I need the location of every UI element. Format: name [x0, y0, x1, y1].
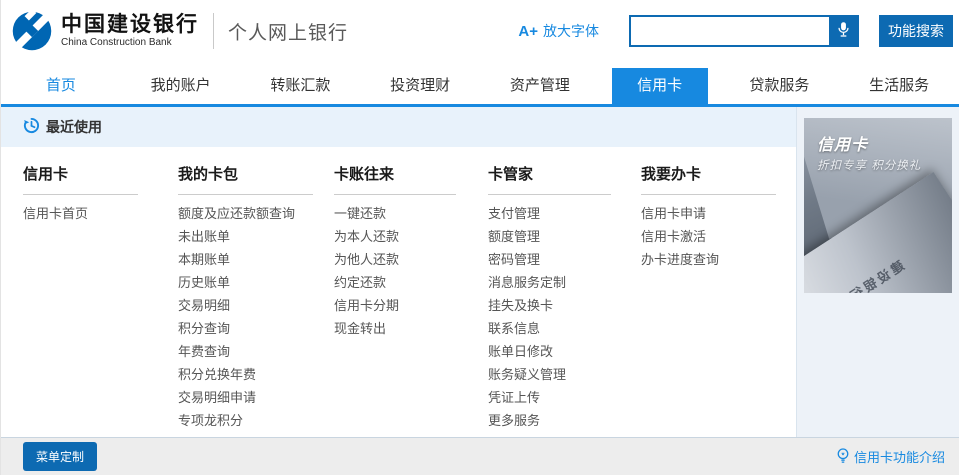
menu-column-items: 信用卡首页 [23, 202, 138, 225]
content: 最近使用 信用卡信用卡首页我的卡包额度及应还款额查询未出账单本期账单历史账单交易… [1, 107, 959, 437]
tab-label: 转账汇款 [253, 68, 349, 104]
page: 中国建设银行 China Construction Bank 个人网上银行 A+… [0, 0, 959, 475]
tab-资产管理[interactable]: 资产管理 [480, 68, 600, 104]
menu-column-items: 支付管理额度管理密码管理消息服务定制挂失及换卡联系信息账单日修改账务疑义管理凭证… [488, 202, 611, 432]
menu-item-账单日修改[interactable]: 账单日修改 [488, 340, 611, 363]
font-plus-icon: A+ [518, 23, 538, 40]
header-right: A+ 放大字体 功能搜索 [518, 15, 953, 47]
menu-item-专项龙积分[interactable]: 专项龙积分 [178, 409, 313, 432]
tab-我的账户[interactable]: 我的账户 [121, 68, 241, 104]
menu-item-为本人还款[interactable]: 为本人还款 [334, 225, 456, 248]
menu-item-消息服务定制[interactable]: 消息服务定制 [488, 271, 611, 294]
tab-信用卡[interactable]: 信用卡 [600, 68, 720, 104]
portal-title: 个人网上银行 [228, 18, 348, 45]
menu-item-信用卡首页[interactable]: 信用卡首页 [23, 202, 138, 225]
function-search-button[interactable]: 功能搜索 [879, 15, 953, 47]
menu-column-title: 我要办卡 [641, 163, 776, 195]
menu-item-信用卡激活[interactable]: 信用卡激活 [641, 225, 776, 248]
menu-item-更多服务[interactable]: 更多服务 [488, 409, 611, 432]
menu-column-1: 信用卡信用卡首页 [23, 163, 138, 437]
menu-item-联系信息[interactable]: 联系信息 [488, 317, 611, 340]
menu-item-积分查询[interactable]: 积分查询 [178, 317, 313, 340]
search-input[interactable] [631, 17, 829, 45]
menu-item-现金转出[interactable]: 现金转出 [334, 317, 456, 340]
menu-item-历史账单[interactable]: 历史账单 [178, 271, 313, 294]
tab-label: 信用卡 [612, 68, 708, 104]
menu-item-挂失及换卡[interactable]: 挂失及换卡 [488, 294, 611, 317]
sidebar: 建设银行 信用卡 折扣专享 积分换礼 [796, 107, 959, 437]
menu-column-items: 信用卡申请信用卡激活办卡进度查询 [641, 202, 776, 271]
menu-column-title: 卡账往来 [334, 163, 456, 195]
menu-item-未出账单[interactable]: 未出账单 [178, 225, 313, 248]
microphone-icon [837, 21, 850, 41]
enlarge-font-button[interactable]: A+ 放大字体 [518, 21, 599, 41]
menu-column-5: 我要办卡信用卡申请信用卡激活办卡进度查询 [641, 163, 776, 437]
credit-card-promo-banner[interactable]: 建设银行 信用卡 折扣专享 积分换礼 [804, 118, 952, 293]
menu-column-items: 一键还款为本人还款为他人还款约定还款信用卡分期现金转出 [334, 202, 456, 340]
recent-used-bar[interactable]: 最近使用 [1, 107, 796, 147]
main-nav: 首页我的账户转账汇款投资理财资产管理信用卡贷款服务生活服务 [1, 62, 959, 107]
menu-panel: 最近使用 信用卡信用卡首页我的卡包额度及应还款额查询未出账单本期账单历史账单交易… [1, 107, 796, 437]
menu-item-凭证上传[interactable]: 凭证上传 [488, 386, 611, 409]
menu-item-交易明细申请[interactable]: 交易明细申请 [178, 386, 313, 409]
menu-item-密码管理[interactable]: 密码管理 [488, 248, 611, 271]
bank-name-en: China Construction Bank [61, 38, 199, 48]
menu-item-办卡进度查询[interactable]: 办卡进度查询 [641, 248, 776, 271]
recent-used-label: 最近使用 [46, 117, 102, 137]
bank-logo-text: 中国建设银行 China Construction Bank [61, 14, 199, 48]
menu-item-年费查询[interactable]: 年费查询 [178, 340, 313, 363]
menu-column-title: 卡管家 [488, 163, 611, 195]
tab-label: 贷款服务 [732, 68, 828, 104]
menu-column-3: 卡账往来一键还款为本人还款为他人还款约定还款信用卡分期现金转出 [334, 163, 456, 437]
menu-item-本期账单[interactable]: 本期账单 [178, 248, 313, 271]
menu-item-额度管理[interactable]: 额度管理 [488, 225, 611, 248]
tab-label: 我的账户 [133, 68, 229, 104]
history-clock-icon [23, 117, 40, 137]
menu-column-title: 我的卡包 [178, 163, 313, 195]
tab-label: 首页 [13, 68, 109, 104]
footer-bar: 菜单定制 信用卡功能介绍 [1, 437, 959, 475]
header: 中国建设银行 China Construction Bank 个人网上银行 A+… [1, 0, 959, 62]
menu-item-信用卡申请[interactable]: 信用卡申请 [641, 202, 776, 225]
menu-column-2: 我的卡包额度及应还款额查询未出账单本期账单历史账单交易明细积分查询年费查询积分兑… [178, 163, 313, 437]
tab-label: 投资理财 [372, 68, 468, 104]
menu-column-items: 额度及应还款额查询未出账单本期账单历史账单交易明细积分查询年费查询积分兑换年费交… [178, 202, 313, 432]
promo-subtitle: 折扣专享 积分换礼 [817, 157, 921, 173]
promo-card-text: 建设银行 [843, 255, 907, 293]
menu-item-约定还款[interactable]: 约定还款 [334, 271, 456, 294]
menu-item-账务疑义管理[interactable]: 账务疑义管理 [488, 363, 611, 386]
menu-item-支付管理[interactable]: 支付管理 [488, 202, 611, 225]
menu-item-一键还款[interactable]: 一键还款 [334, 202, 456, 225]
menu-item-积分兑换年费[interactable]: 积分兑换年费 [178, 363, 313, 386]
bank-name-cn: 中国建设银行 [61, 14, 199, 35]
tab-转账汇款[interactable]: 转账汇款 [241, 68, 361, 104]
menu-customize-button[interactable]: 菜单定制 [23, 442, 97, 471]
function-search-box [629, 15, 859, 47]
promo-title: 信用卡 [817, 131, 868, 155]
voice-search-button[interactable] [829, 17, 857, 45]
menu-item-为他人还款[interactable]: 为他人还款 [334, 248, 456, 271]
menu-column-4: 卡管家支付管理额度管理密码管理消息服务定制挂失及换卡联系信息账单日修改账务疑义管… [488, 163, 611, 437]
menu-item-额度及应还款额查询[interactable]: 额度及应还款额查询 [178, 202, 313, 225]
menu-item-交易明细[interactable]: 交易明细 [178, 294, 313, 317]
header-divider [213, 13, 214, 49]
credit-card-intro-label: 信用卡功能介绍 [854, 447, 945, 466]
menu-column-title: 信用卡 [23, 163, 138, 195]
tab-label: 生活服务 [851, 68, 947, 104]
enlarge-font-label: 放大字体 [543, 21, 599, 41]
credit-card-intro-link[interactable]: 信用卡功能介绍 [836, 447, 945, 467]
tab-贷款服务[interactable]: 贷款服务 [720, 68, 840, 104]
tab-首页[interactable]: 首页 [1, 68, 121, 104]
menu-item-信用卡分期[interactable]: 信用卡分期 [334, 294, 456, 317]
tab-投资理财[interactable]: 投资理财 [360, 68, 480, 104]
tab-label: 资产管理 [492, 68, 588, 104]
ccb-logo-icon [11, 10, 53, 52]
menu-columns: 信用卡信用卡首页我的卡包额度及应还款额查询未出账单本期账单历史账单交易明细积分查… [1, 147, 796, 437]
lightbulb-icon [836, 447, 850, 467]
tab-生活服务[interactable]: 生活服务 [839, 68, 959, 104]
